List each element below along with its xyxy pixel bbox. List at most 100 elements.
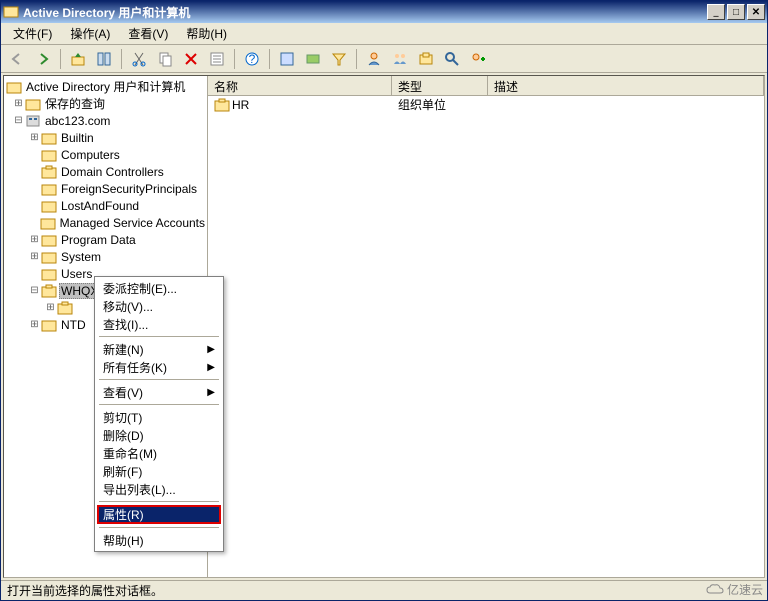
properties-button[interactable] [205, 47, 229, 71]
tree-msa[interactable]: Managed Service Accounts [4, 214, 207, 231]
ctx-separator [99, 501, 219, 502]
menu-view[interactable]: 查看(V) [120, 23, 176, 44]
tree-label: NTD [59, 318, 88, 332]
window-title: Active Directory 用户和计算机 [23, 4, 707, 21]
forward-button[interactable] [31, 47, 55, 71]
copy-button[interactable] [153, 47, 177, 71]
tree-builtin[interactable]: ⊞Builtin [4, 129, 207, 146]
tree-programdata[interactable]: ⊞ Program Data [4, 231, 207, 248]
statusbar: 打开当前选择的属性对话框。 [1, 580, 767, 600]
ctx-export[interactable]: 导出列表(L)... [97, 480, 221, 498]
tree-label: Domain Controllers [59, 165, 166, 179]
menu-help[interactable]: 帮助(H) [178, 23, 235, 44]
folder-icon [41, 198, 57, 214]
help-button[interactable]: ? [240, 47, 264, 71]
col-desc[interactable]: 描述 [488, 76, 764, 95]
expander-icon[interactable]: ⊞ [28, 132, 41, 143]
folder-icon [41, 130, 57, 146]
back-button[interactable] [5, 47, 29, 71]
list-body: HR 组织单位 [208, 96, 764, 577]
ou-icon [41, 164, 57, 180]
minimize-button[interactable]: _ [707, 4, 725, 20]
show-hide-button[interactable] [92, 47, 116, 71]
ctx-new[interactable]: 新建(N) ▶ [97, 340, 221, 358]
new-ou-button[interactable] [414, 47, 438, 71]
menu-action[interactable]: 操作(A) [62, 23, 118, 44]
tree-dc[interactable]: Domain Controllers [4, 163, 207, 180]
filter-button[interactable] [327, 47, 351, 71]
ctx-cut[interactable]: 剪切(T) [97, 408, 221, 426]
new-group-button[interactable] [388, 47, 412, 71]
ctx-rename[interactable]: 重命名(M) [97, 444, 221, 462]
tree-label: LostAndFound [59, 199, 141, 213]
ad-icon-1[interactable] [275, 47, 299, 71]
col-type[interactable]: 类型 [392, 76, 488, 95]
ad-icon-2[interactable] [301, 47, 325, 71]
expander-icon[interactable]: ⊞ [28, 251, 41, 262]
toolbar: ? [1, 45, 767, 73]
ou-icon [214, 97, 230, 113]
find-button[interactable] [440, 47, 464, 71]
expander-icon[interactable]: ⊞ [28, 319, 41, 330]
close-button[interactable]: ✕ [747, 4, 765, 20]
expander-icon[interactable]: ⊞ [28, 234, 41, 245]
folder-icon [41, 317, 57, 333]
col-name[interactable]: 名称 [208, 76, 392, 95]
submenu-arrow-icon: ▶ [207, 344, 215, 355]
tree-root[interactable]: Active Directory 用户和计算机 [4, 78, 207, 95]
watermark-text: 亿速云 [727, 581, 763, 598]
ctx-label: 新建(N) [103, 341, 144, 358]
tree-label: System [59, 250, 103, 264]
tree-label: abc123.com [43, 114, 112, 128]
ctx-label: 查看(V) [103, 384, 143, 401]
svg-text:?: ? [249, 52, 256, 66]
ou-icon [57, 300, 73, 316]
ctx-view[interactable]: 查看(V)▶ [97, 383, 221, 401]
menu-file[interactable]: 文件(F) [5, 23, 60, 44]
cut-button[interactable] [127, 47, 151, 71]
tree-domain[interactable]: ⊟ abc123.com [4, 112, 207, 129]
ctx-refresh[interactable]: 刷新(F) [97, 462, 221, 480]
ou-icon [41, 283, 57, 299]
add-to-group-button[interactable] [466, 47, 490, 71]
ctx-label: 所有任务(K) [103, 359, 167, 376]
expander-icon[interactable]: ⊞ [12, 98, 25, 109]
tree-root-label: Active Directory 用户和计算机 [24, 78, 187, 95]
expander-icon[interactable]: ⊟ [28, 285, 41, 296]
tree-system[interactable]: ⊞ System [4, 248, 207, 265]
ctx-separator [99, 336, 219, 337]
ctx-separator [99, 404, 219, 405]
ctx-properties[interactable]: 属性(R) [97, 505, 221, 524]
tree-label: Managed Service Accounts [58, 216, 207, 230]
delete-button[interactable] [179, 47, 203, 71]
menubar: 文件(F) 操作(A) 查看(V) 帮助(H) [1, 23, 767, 45]
tree-label: Users [59, 267, 94, 281]
cloud-icon [705, 583, 725, 597]
expander-icon[interactable]: ⊟ [12, 115, 25, 126]
cell-name: HR [232, 98, 249, 112]
cell-type: 组织单位 [392, 96, 488, 113]
ctx-delegate[interactable]: 委派控制(E)... [97, 279, 221, 297]
folder-icon [25, 96, 41, 112]
ctx-all-tasks[interactable]: 所有任务(K)▶ [97, 358, 221, 376]
folder-icon [41, 266, 57, 282]
ctx-separator [99, 527, 219, 528]
tree-computers[interactable]: Computers [4, 146, 207, 163]
new-user-button[interactable] [362, 47, 386, 71]
tree-label: 保存的查询 [43, 95, 107, 112]
maximize-button[interactable]: □ [727, 4, 745, 20]
list-panel: 名称 类型 描述 HR 组织单位 [208, 76, 764, 577]
ctx-help[interactable]: 帮助(H) [97, 531, 221, 549]
ctx-delete[interactable]: 删除(D) [97, 426, 221, 444]
tree-fsp[interactable]: ForeignSecurityPrincipals [4, 180, 207, 197]
app-icon [3, 4, 19, 20]
up-button[interactable] [66, 47, 90, 71]
ctx-find[interactable]: 查找(I)... [97, 315, 221, 333]
ctx-move[interactable]: 移动(V)... [97, 297, 221, 315]
list-row[interactable]: HR 组织单位 [208, 96, 764, 113]
domain-icon [25, 113, 41, 129]
tree-lostfound[interactable]: LostAndFound [4, 197, 207, 214]
tree-label: Program Data [59, 233, 138, 247]
expander-icon[interactable]: ⊞ [44, 302, 57, 313]
tree-saved-queries[interactable]: ⊞ 保存的查询 [4, 95, 207, 112]
